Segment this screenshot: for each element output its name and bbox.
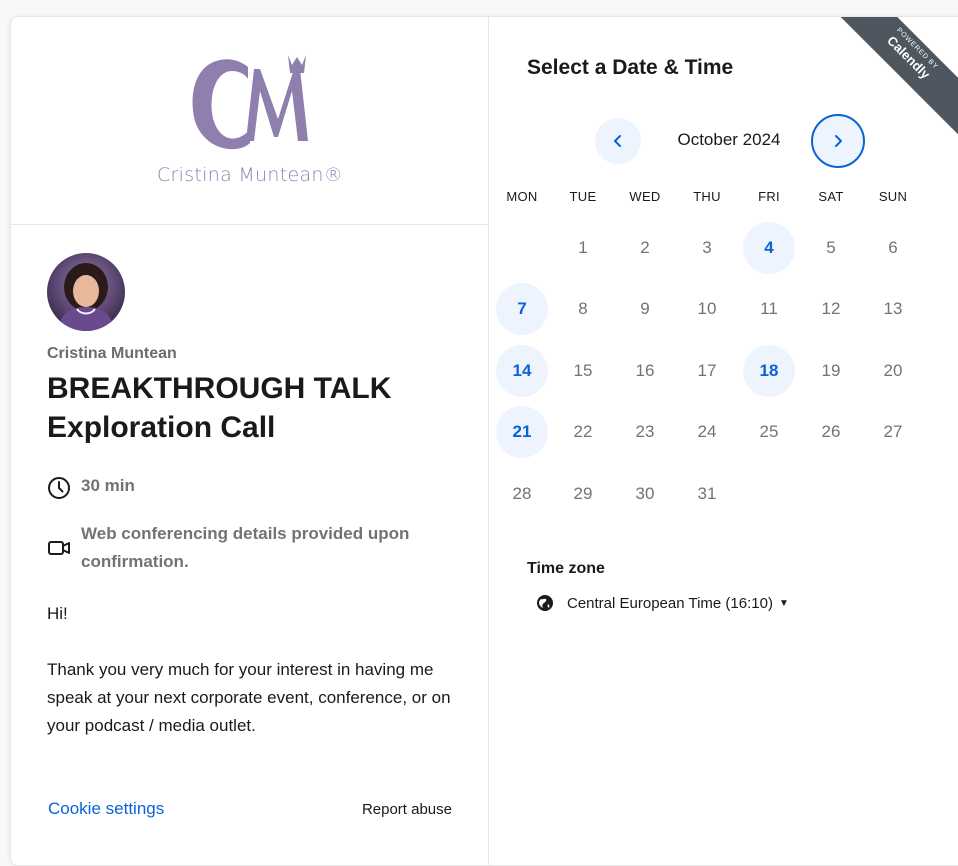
event-details-panel: Cristina Muntean® Cristina Muntean BREAK… — [11, 17, 489, 865]
calendar-day: 6 — [888, 238, 898, 257]
calendar-day: 11 — [760, 299, 778, 318]
calendar-day: 26 — [821, 422, 841, 441]
calendar-day: 1 — [578, 238, 588, 257]
calendar-day: 17 — [697, 361, 717, 380]
calendar-day: 23 — [635, 422, 655, 441]
weekday-header: MON — [506, 189, 538, 204]
caret-down-icon: ▼ — [778, 597, 789, 609]
location-detail: Web conferencing details provided upon c… — [47, 520, 467, 576]
scheduler-title: Select a Date & Time — [527, 56, 734, 79]
globe-icon — [537, 595, 553, 611]
timezone-value: Central European Time (16:10) — [567, 594, 773, 612]
calendar-day: 28 — [512, 484, 532, 503]
calendar-day: 27 — [883, 422, 903, 441]
calendar-day: 16 — [635, 361, 655, 380]
brand-name: Cristina Muntean® — [156, 164, 344, 186]
brand-logo-icon — [192, 55, 308, 150]
booking-card: Cristina Muntean® Cristina Muntean BREAK… — [10, 16, 958, 866]
calendar-day: 3 — [702, 238, 712, 257]
calendar-day: 25 — [759, 422, 779, 441]
available-day[interactable]: 18 — [743, 345, 795, 397]
calendar-day: 5 — [826, 238, 836, 257]
calendar-day: 15 — [573, 361, 593, 380]
scheduler-panel: POWERED BY Calendly Select a Date & Time… — [490, 17, 958, 865]
month-label: October 2024 — [677, 130, 781, 149]
calendar-day: 2 — [640, 238, 650, 257]
chevron-left-icon — [614, 135, 621, 147]
available-day[interactable]: 7 — [496, 283, 548, 335]
available-day[interactable]: 14 — [496, 345, 548, 397]
description-paragraph: Thank you very much for your interest in… — [47, 660, 451, 735]
available-day[interactable]: 21 — [496, 406, 548, 458]
calendar-day: 13 — [883, 299, 903, 318]
host-name: Cristina Muntean — [47, 345, 177, 362]
duration-detail: 30 min — [47, 476, 135, 500]
timezone-label: Time zone — [527, 560, 605, 577]
calendar-day: 30 — [635, 484, 655, 503]
calendar-day: 22 — [573, 422, 593, 441]
event-description: Hi! Thank you very much for your interes… — [47, 600, 467, 768]
cookie-settings-link[interactable]: Cookie settings — [48, 799, 164, 819]
next-month-button[interactable] — [811, 114, 865, 168]
weekday-header: THU — [693, 189, 721, 204]
description-paragraph: Hi! — [47, 604, 68, 623]
clock-icon — [48, 477, 70, 499]
available-day[interactable]: 4 — [743, 222, 795, 274]
event-title: BREAKTHROUGH TALK Exploration Call — [47, 372, 392, 444]
weekday-header: SUN — [878, 189, 908, 204]
previous-month-button[interactable] — [595, 118, 641, 164]
brand-header: Cristina Muntean® — [11, 17, 489, 225]
calendar-day: 8 — [578, 299, 588, 318]
calendar-day: 9 — [640, 299, 650, 318]
chevron-right-icon — [835, 135, 842, 147]
weekday-header: WED — [629, 189, 661, 204]
timezone-select[interactable]: Central European Time (16:10) ▼ — [536, 594, 789, 612]
report-abuse-link[interactable]: Report abuse — [362, 801, 452, 818]
weekday-header: FRI — [758, 189, 780, 204]
calendar-day: 31 — [697, 484, 717, 503]
calendar-day: 20 — [883, 361, 903, 380]
video-camera-icon — [48, 541, 70, 555]
duration-text: 30 min — [81, 476, 135, 495]
badge-line1: POWERED BY — [895, 26, 940, 71]
weekday-header: SAT — [818, 189, 844, 204]
weekday-header: TUE — [569, 189, 597, 204]
calendar-day: 12 — [821, 299, 841, 318]
calendar-day: 24 — [697, 422, 717, 441]
calendar-day: 10 — [697, 299, 717, 318]
calendar-day: 29 — [573, 484, 593, 503]
location-text: Web conferencing details provided upon c… — [81, 524, 410, 571]
calendar-day: 19 — [821, 361, 841, 380]
host-avatar — [47, 253, 125, 331]
